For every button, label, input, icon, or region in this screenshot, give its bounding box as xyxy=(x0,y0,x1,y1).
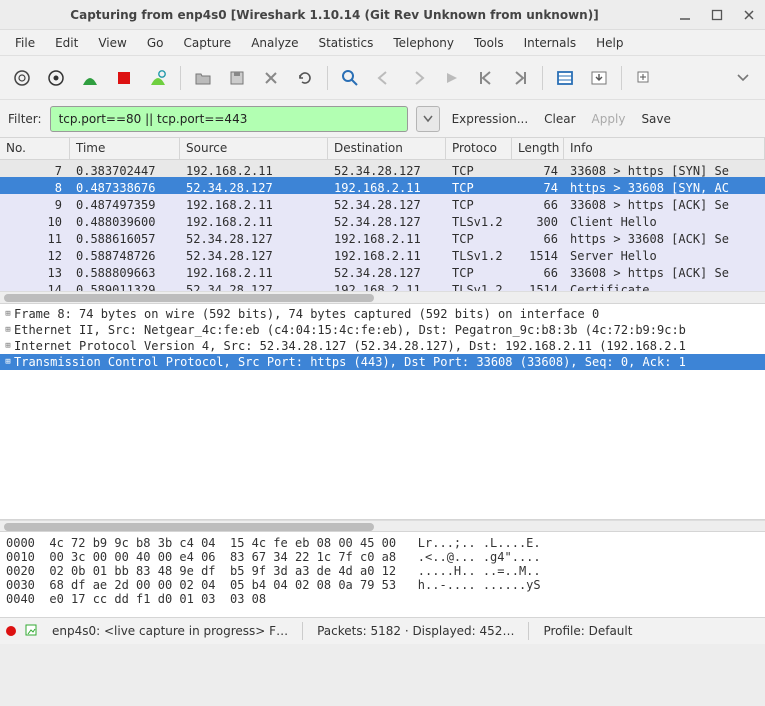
go-forward-icon[interactable] xyxy=(404,64,432,92)
col-time[interactable]: Time xyxy=(70,138,180,159)
start-capture-icon[interactable] xyxy=(76,64,104,92)
packet-row[interactable]: 80.48733867652.34.28.127192.168.2.11TCP7… xyxy=(0,177,765,194)
packet-row[interactable]: 110.58861605752.34.28.127192.168.2.11TCP… xyxy=(0,228,765,245)
filter-expression-button[interactable]: Expression... xyxy=(448,112,533,126)
packet-row[interactable]: 90.487497359192.168.2.1152.34.28.127TCP6… xyxy=(0,194,765,211)
capture-file-props-icon[interactable] xyxy=(24,623,38,640)
toolbar-separator xyxy=(542,66,543,90)
details-scrollbar[interactable] xyxy=(0,520,765,532)
detail-row[interactable]: ⊞Transmission Control Protocol, Src Port… xyxy=(0,354,765,370)
packet-row[interactable]: 70.383702447192.168.2.1152.34.28.127TCP7… xyxy=(0,160,765,177)
col-no[interactable]: No. xyxy=(0,138,70,159)
packet-row[interactable]: 120.58874872652.34.28.127192.168.2.11TLS… xyxy=(0,245,765,262)
toolbar-overflow-icon[interactable] xyxy=(729,64,757,92)
toolbar-separator xyxy=(180,66,181,90)
save-icon[interactable] xyxy=(223,64,251,92)
reload-icon[interactable] xyxy=(291,64,319,92)
zoom-in-icon[interactable] xyxy=(630,64,658,92)
filter-dropdown[interactable] xyxy=(416,106,440,132)
col-length[interactable]: Length xyxy=(512,138,564,159)
col-info[interactable]: Info xyxy=(564,138,765,159)
filter-bar: Filter: Expression... Clear Apply Save xyxy=(0,100,765,138)
toolbar-separator xyxy=(621,66,622,90)
status-bar: enp4s0: <live capture in progress> F… Pa… xyxy=(0,618,765,644)
scrollbar-thumb[interactable] xyxy=(4,523,374,531)
packet-row[interactable]: 130.588809663192.168.2.1152.34.28.127TCP… xyxy=(0,262,765,279)
col-source[interactable]: Source xyxy=(180,138,328,159)
go-to-icon[interactable] xyxy=(438,64,466,92)
toolbar xyxy=(0,56,765,100)
auto-scroll-icon[interactable] xyxy=(585,64,613,92)
close-button[interactable] xyxy=(741,7,757,23)
stop-capture-icon[interactable] xyxy=(110,64,138,92)
status-packets: Packets: 5182 · Displayed: 452… xyxy=(311,624,520,638)
titlebar: Capturing from enp4s0 [Wireshark 1.10.14… xyxy=(0,0,765,30)
menubar: File Edit View Go Capture Analyze Statis… xyxy=(0,30,765,56)
filter-save-button[interactable]: Save xyxy=(637,112,674,126)
packet-list-body[interactable]: 70.383702447192.168.2.1152.34.28.127TCP7… xyxy=(0,160,765,291)
menu-internals[interactable]: Internals xyxy=(515,33,586,53)
packet-list-scrollbar[interactable] xyxy=(0,291,765,303)
filter-label: Filter: xyxy=(8,112,42,126)
menu-tools[interactable]: Tools xyxy=(465,33,513,53)
menu-analyze[interactable]: Analyze xyxy=(242,33,307,53)
go-first-icon[interactable] xyxy=(472,64,500,92)
filter-apply-button[interactable]: Apply xyxy=(588,112,630,126)
restart-capture-icon[interactable] xyxy=(144,64,172,92)
menu-help[interactable]: Help xyxy=(587,33,632,53)
status-separator xyxy=(302,622,303,640)
menu-view[interactable]: View xyxy=(89,33,135,53)
filter-input[interactable] xyxy=(50,106,408,132)
packet-list-pane: No. Time Source Destination Protoco Leng… xyxy=(0,138,765,304)
list-interfaces-icon[interactable] xyxy=(8,64,36,92)
colorize-icon[interactable] xyxy=(551,64,579,92)
col-protocol[interactable]: Protoco xyxy=(446,138,512,159)
packet-details-pane[interactable]: ⊞Frame 8: 74 bytes on wire (592 bits), 7… xyxy=(0,304,765,520)
detail-row[interactable]: ⊞Frame 8: 74 bytes on wire (592 bits), 7… xyxy=(0,306,765,322)
scrollbar-thumb[interactable] xyxy=(4,294,374,302)
menu-edit[interactable]: Edit xyxy=(46,33,87,53)
hex-dump-pane[interactable]: 0000 4c 72 b9 9c b8 3b c4 04 15 4c fe eb… xyxy=(0,532,765,618)
menu-file[interactable]: File xyxy=(6,33,44,53)
menu-go[interactable]: Go xyxy=(138,33,173,53)
packet-row[interactable]: 140.58901132952.34.28.127192.168.2.11TLS… xyxy=(0,279,765,291)
status-interface: enp4s0: <live capture in progress> F… xyxy=(46,624,294,638)
detail-row[interactable]: ⊞Internet Protocol Version 4, Src: 52.34… xyxy=(0,338,765,354)
minimize-button[interactable] xyxy=(677,7,693,23)
filter-clear-button[interactable]: Clear xyxy=(540,112,579,126)
capture-options-icon[interactable] xyxy=(42,64,70,92)
menu-telephony[interactable]: Telephony xyxy=(384,33,463,53)
menu-statistics[interactable]: Statistics xyxy=(309,33,382,53)
close-file-icon[interactable] xyxy=(257,64,285,92)
toolbar-separator xyxy=(327,66,328,90)
menu-capture[interactable]: Capture xyxy=(174,33,240,53)
packet-row[interactable]: 100.488039600192.168.2.1152.34.28.127TLS… xyxy=(0,211,765,228)
window-title: Capturing from enp4s0 [Wireshark 1.10.14… xyxy=(8,8,661,22)
detail-row[interactable]: ⊞Ethernet II, Src: Netgear_4c:fe:eb (c4:… xyxy=(0,322,765,338)
find-icon[interactable] xyxy=(336,64,364,92)
col-destination[interactable]: Destination xyxy=(328,138,446,159)
open-icon[interactable] xyxy=(189,64,217,92)
packet-list-header: No. Time Source Destination Protoco Leng… xyxy=(0,138,765,160)
maximize-button[interactable] xyxy=(709,7,725,23)
go-last-icon[interactable] xyxy=(506,64,534,92)
status-profile[interactable]: Profile: Default xyxy=(537,624,638,638)
expert-info-icon[interactable] xyxy=(6,626,16,636)
status-separator xyxy=(528,622,529,640)
go-back-icon[interactable] xyxy=(370,64,398,92)
